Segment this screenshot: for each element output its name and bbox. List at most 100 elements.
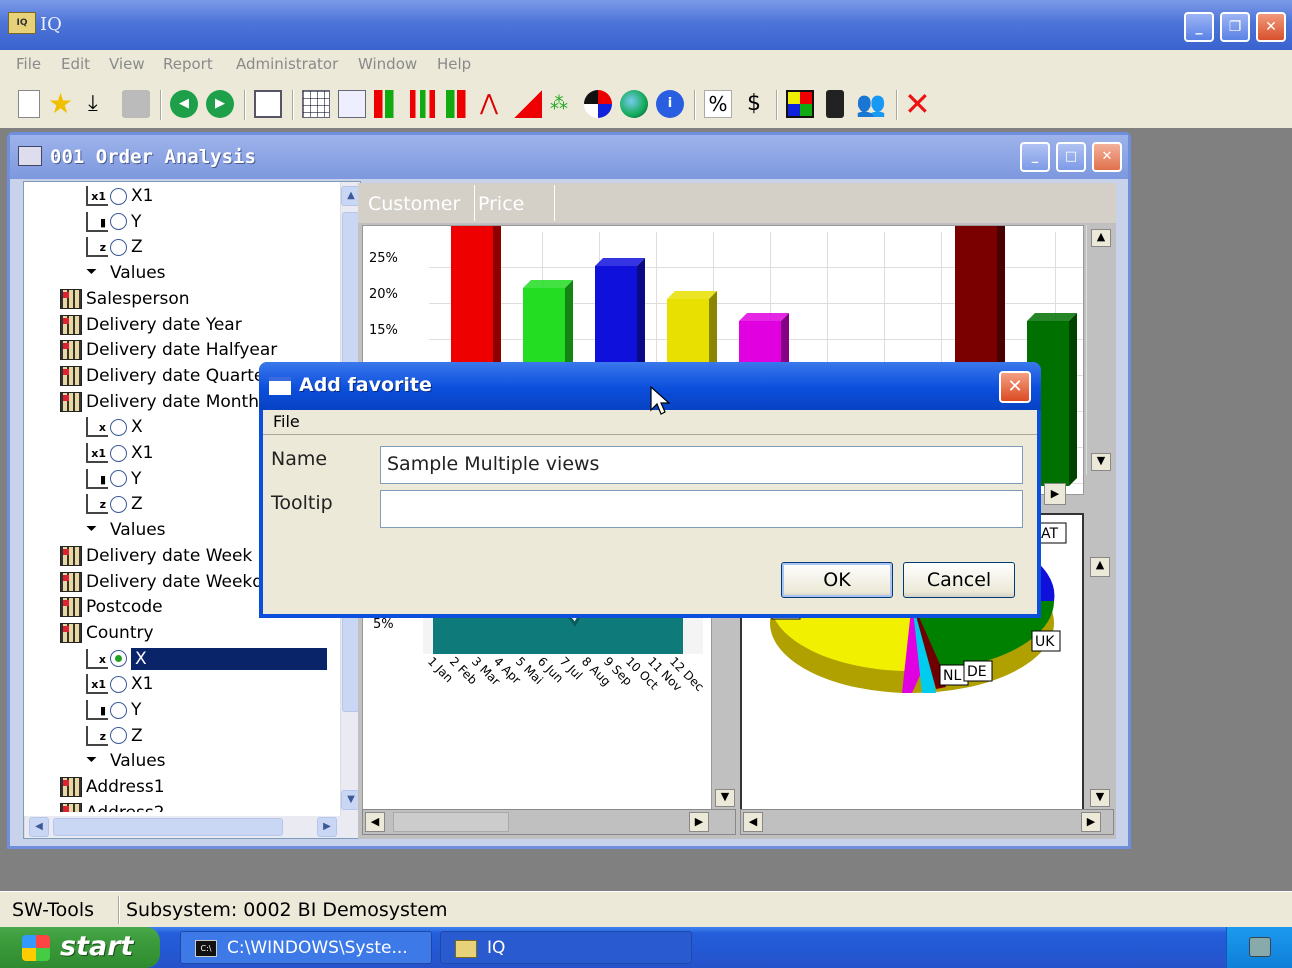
- pie-chart-hscroll[interactable]: ◀ ▶: [740, 809, 1114, 835]
- tree-axis-option[interactable]: zZ: [86, 493, 143, 515]
- tooltip-input[interactable]: [380, 490, 1023, 528]
- layout-icon[interactable]: [254, 90, 282, 118]
- table-add-icon[interactable]: [338, 90, 366, 118]
- users-icon[interactable]: 👥: [856, 90, 886, 118]
- axis-radio[interactable]: [110, 470, 127, 488]
- traffic-light-icon[interactable]: [826, 90, 844, 118]
- pie-scroll-up-button[interactable]: ▲: [1090, 557, 1110, 577]
- axis-radio[interactable]: [110, 418, 127, 436]
- tree-dimension[interactable]: Address1: [60, 776, 165, 798]
- axis-radio[interactable]: [110, 238, 127, 256]
- tree-values[interactable]: ⏷ Values: [86, 519, 166, 541]
- area-hscroll-thumb[interactable]: [393, 812, 509, 832]
- child-close-button[interactable]: ✕: [1092, 142, 1122, 172]
- ok-button[interactable]: OK: [781, 562, 893, 598]
- axis-radio[interactable]: [110, 701, 127, 719]
- name-input[interactable]: Sample Multiple views: [380, 446, 1023, 484]
- bar-scroll-down-button[interactable]: ▼: [1091, 453, 1111, 471]
- tree-axis-option[interactable]: ▮ Y: [86, 468, 141, 490]
- menu-file[interactable]: File: [16, 55, 41, 73]
- menu-administrator[interactable]: Administrator: [236, 55, 338, 73]
- percent-button[interactable]: %: [704, 90, 732, 118]
- tree-axis-option[interactable]: ▮ Y: [86, 211, 141, 233]
- menu-report[interactable]: Report: [163, 55, 213, 73]
- menu-edit[interactable]: Edit: [61, 55, 90, 73]
- export-icon[interactable]: ⤓: [88, 90, 116, 118]
- tree-axis-option[interactable]: ▮ Y: [86, 699, 141, 721]
- tree-dimension[interactable]: Delivery date Halfyear: [60, 339, 277, 361]
- tree-dimension[interactable]: Salesperson: [60, 288, 190, 310]
- tree-dimension[interactable]: Country: [60, 622, 154, 644]
- bar-chart-icon[interactable]: [374, 90, 402, 118]
- tree-hscroll-thumb[interactable]: [53, 818, 283, 836]
- close-button[interactable]: ✕: [1256, 12, 1286, 42]
- axis-radio[interactable]: [110, 675, 127, 693]
- pie-scroll-down-button[interactable]: ▼: [1090, 789, 1110, 807]
- currency-button[interactable]: $: [740, 90, 768, 118]
- tree-dimension[interactable]: Address2: [60, 802, 165, 812]
- tree-dimension[interactable]: Delivery date Year: [60, 314, 242, 336]
- color-scheme-icon[interactable]: [786, 90, 814, 118]
- stacked-bar-icon[interactable]: [410, 90, 438, 118]
- area-scroll-left-button[interactable]: ◀: [365, 812, 385, 832]
- 3d-bar-icon[interactable]: [446, 90, 474, 118]
- forward-icon[interactable]: ▶: [206, 90, 234, 118]
- tree-dimension[interactable]: Postcode: [60, 596, 163, 618]
- globe-icon[interactable]: [620, 90, 648, 118]
- print-icon[interactable]: [122, 90, 150, 118]
- tree-axis-option[interactable]: x1 X1: [86, 442, 153, 464]
- network-tray-icon[interactable]: [1249, 937, 1271, 957]
- taskbar-item-iq[interactable]: IQ: [440, 931, 692, 964]
- axis-radio[interactable]: [110, 650, 127, 668]
- tree-axis-option[interactable]: x1 X1: [86, 185, 153, 207]
- menu-view[interactable]: View: [109, 55, 145, 73]
- area-chart-icon[interactable]: [514, 90, 542, 118]
- axis-radio[interactable]: [110, 727, 127, 745]
- axis-radio[interactable]: [110, 187, 127, 205]
- axis-radio[interactable]: [110, 213, 127, 231]
- bar-scroll-right-button[interactable]: ▶: [1044, 483, 1066, 505]
- pie-chart-vscroll[interactable]: ▲ ▼: [1086, 513, 1114, 811]
- cancel-button[interactable]: Cancel: [903, 562, 1015, 598]
- table-icon[interactable]: [302, 90, 330, 118]
- menu-window[interactable]: Window: [358, 55, 417, 73]
- tree-axis-option[interactable]: xX: [86, 416, 143, 438]
- restore-button[interactable]: ❐: [1220, 12, 1250, 42]
- new-icon[interactable]: [18, 90, 40, 118]
- bar-scroll-up-button[interactable]: ▲: [1091, 229, 1111, 247]
- menu-help[interactable]: Help: [437, 55, 471, 73]
- favorite-star-icon[interactable]: ★: [48, 90, 76, 118]
- area-scroll-right-button[interactable]: ▶: [689, 812, 709, 832]
- pie-chart-icon[interactable]: [584, 90, 612, 118]
- taskbar-item-cmd[interactable]: C:\ C:\WINDOWS\Syste...: [180, 931, 432, 964]
- bar-chart-vscroll[interactable]: ▲ ▼: [1086, 225, 1114, 475]
- tab-customer[interactable]: Customer: [368, 193, 460, 215]
- tree-dimension[interactable]: Delivery date Week: [60, 545, 252, 567]
- tree-axis-option[interactable]: xX: [86, 647, 327, 670]
- dialog-menu-file[interactable]: File: [273, 412, 300, 431]
- start-button[interactable]: start: [0, 927, 160, 968]
- close-x-icon[interactable]: ✕: [904, 88, 932, 120]
- tree-axis-option[interactable]: x1 X1: [86, 673, 153, 695]
- tree-dimension[interactable]: Delivery date Weekday: [60, 571, 284, 593]
- area-scroll-down-button[interactable]: ▼: [715, 789, 735, 807]
- dialog-close-button[interactable]: ✕: [999, 371, 1031, 403]
- back-icon[interactable]: ◀: [170, 90, 198, 118]
- tree-values[interactable]: ⏷ Values: [86, 262, 166, 284]
- axis-radio[interactable]: [110, 444, 127, 462]
- line-chart-icon[interactable]: ⋀: [480, 90, 508, 118]
- tree-scroll-right-button[interactable]: ▶: [317, 817, 337, 837]
- tree-values[interactable]: ⏷ Values: [86, 750, 166, 772]
- tab-price[interactable]: Price: [478, 193, 524, 215]
- tree-axis-option[interactable]: zZ: [86, 236, 143, 258]
- child-minimize-button[interactable]: _: [1020, 142, 1050, 172]
- tree-axis-option[interactable]: zZ: [86, 725, 143, 747]
- tree-dimension[interactable]: Delivery date Month: [60, 391, 259, 413]
- pie-scroll-left-button[interactable]: ◀: [743, 812, 763, 832]
- info-icon[interactable]: i: [656, 90, 684, 118]
- axis-radio[interactable]: [110, 495, 127, 513]
- scatter-icon[interactable]: ⁂: [550, 90, 578, 118]
- tree-dimension[interactable]: Delivery date Quarter: [60, 365, 271, 387]
- tree-scroll-left-button[interactable]: ◀: [29, 817, 49, 837]
- pie-scroll-right-button[interactable]: ▶: [1081, 812, 1101, 832]
